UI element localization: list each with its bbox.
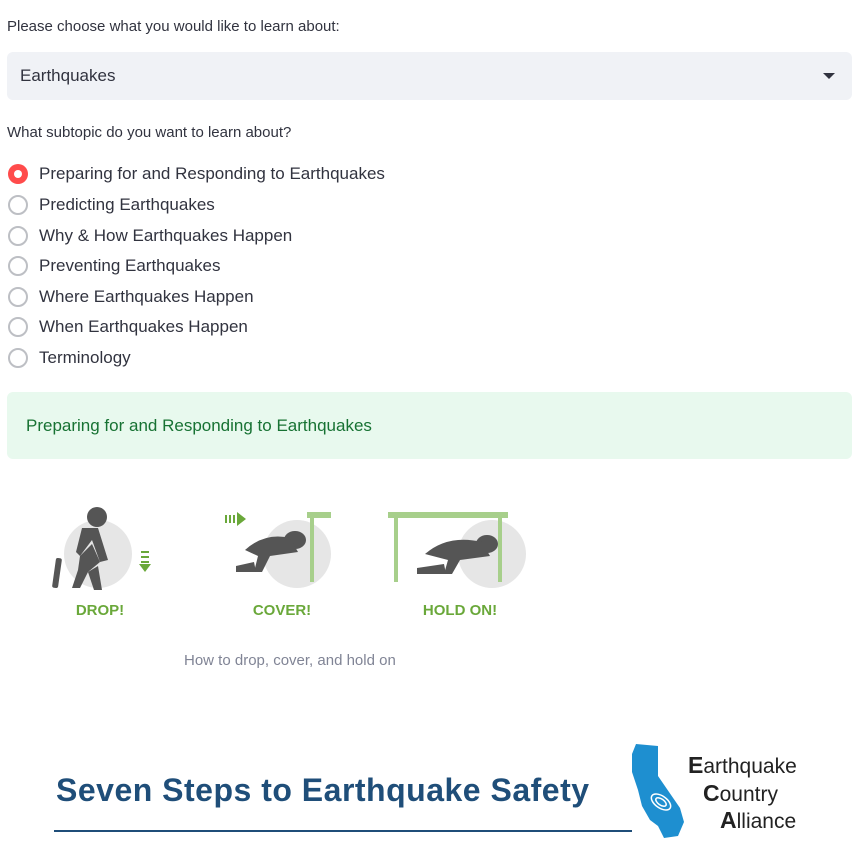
radio-unselected-icon[interactable] xyxy=(8,317,28,337)
drop-cover-hold-on-image: DROP! COVER! HOLD ON! xyxy=(52,507,526,619)
banner-divider xyxy=(54,830,632,832)
hold-on-figure-icon xyxy=(388,512,526,588)
radio-unselected-icon[interactable] xyxy=(8,256,28,276)
drop-label: DROP! xyxy=(76,602,124,619)
radio-option-preventing[interactable]: Preventing Earthquakes xyxy=(8,255,220,277)
radio-option-where[interactable]: Where Earthquakes Happen xyxy=(8,286,254,308)
logo-text-alliance: lliance xyxy=(736,810,797,833)
radio-option-why-how[interactable]: Why & How Earthquakes Happen xyxy=(8,225,292,247)
radio-option-label: When Earthquakes Happen xyxy=(39,317,248,336)
california-map-icon xyxy=(632,744,684,838)
topic-select[interactable]: Earthquakes xyxy=(7,52,852,100)
logo-initial-c: C xyxy=(703,780,720,806)
radio-option-label: Terminology xyxy=(39,348,131,367)
topic-select-label: Please choose what you would like to lea… xyxy=(7,18,340,35)
radio-option-label: Preventing Earthquakes xyxy=(39,256,221,275)
radio-unselected-icon[interactable] xyxy=(8,348,28,368)
radio-selected-icon[interactable] xyxy=(8,164,28,184)
cover-figure-icon xyxy=(225,512,331,588)
success-alert: Preparing for and Responding to Earthqua… xyxy=(7,392,852,459)
logo-text-earthquake: arthquake xyxy=(703,755,797,778)
radio-option-label: Why & How Earthquakes Happen xyxy=(39,226,293,245)
cover-label: COVER! xyxy=(253,602,311,619)
radio-option-terminology[interactable]: Terminology xyxy=(8,347,131,369)
logo-text-country: ountry xyxy=(719,783,778,806)
radio-option-label: Preparing for and Responding to Earthqua… xyxy=(39,164,385,183)
radio-unselected-icon[interactable] xyxy=(8,287,28,307)
logo-line-earthquake: Earthquake xyxy=(688,752,797,779)
banner-title: Seven Steps to Earthquake Safety xyxy=(56,772,590,808)
chevron-down-icon[interactable] xyxy=(823,73,835,79)
logo-line-alliance: Alliance xyxy=(720,807,796,834)
logo-initial-a: A xyxy=(720,807,737,833)
hold-on-label: HOLD ON! xyxy=(423,602,497,619)
radio-option-predicting[interactable]: Predicting Earthquakes xyxy=(8,194,215,216)
logo-initial-e: E xyxy=(688,752,704,778)
drop-figure-icon xyxy=(52,507,151,590)
radio-option-when[interactable]: When Earthquakes Happen xyxy=(8,316,248,338)
radio-option-label: Predicting Earthquakes xyxy=(39,195,215,214)
radio-option-preparing[interactable]: Preparing for and Responding to Earthqua… xyxy=(8,163,385,185)
subtopic-label: What subtopic do you want to learn about… xyxy=(7,124,292,141)
logo-line-country: Country xyxy=(703,780,778,807)
topic-select-value: Earthquakes xyxy=(20,66,116,85)
image-caption: How to drop, cover, and hold on xyxy=(184,652,396,669)
success-alert-text: Preparing for and Responding to Earthqua… xyxy=(26,416,372,435)
radio-option-label: Where Earthquakes Happen xyxy=(39,287,254,306)
radio-unselected-icon[interactable] xyxy=(8,226,28,246)
radio-unselected-icon[interactable] xyxy=(8,195,28,215)
